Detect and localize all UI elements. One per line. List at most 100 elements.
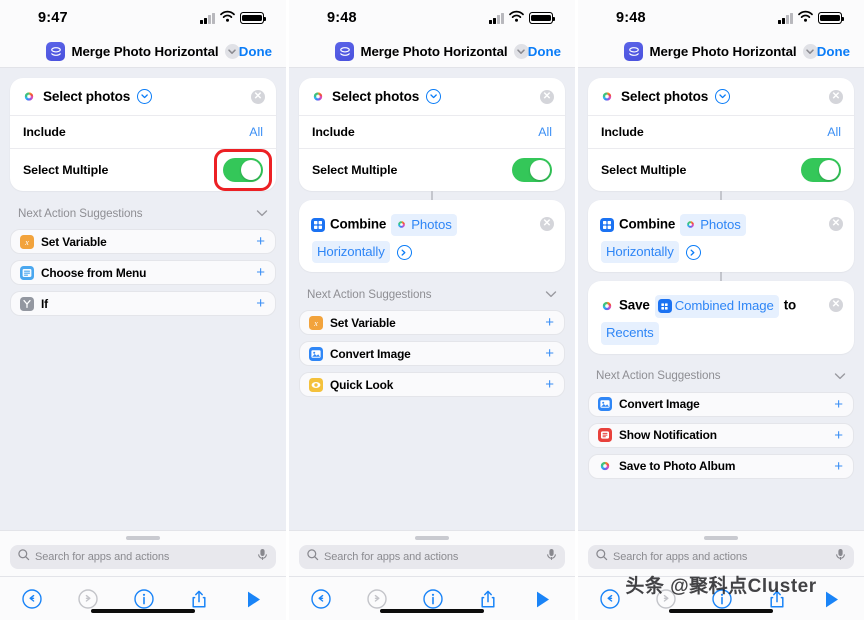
shortcut-title-group[interactable]: Merge Photo Horizontal xyxy=(624,42,818,61)
param-row-include[interactable]: Include All xyxy=(588,116,854,149)
done-button[interactable]: Done xyxy=(528,44,561,59)
plus-icon[interactable]: + xyxy=(545,346,554,361)
action-statement-card[interactable]: Combine Photos Horizontally ✕ xyxy=(588,200,854,273)
action-card-header[interactable]: Select photos ✕ xyxy=(588,78,854,116)
chevron-down-circle-icon[interactable] xyxy=(715,89,731,104)
param-row-select-multiple[interactable]: Select Multiple xyxy=(299,149,565,191)
plus-icon[interactable]: + xyxy=(256,234,265,249)
suggestion-item[interactable]: Convert Image + xyxy=(299,341,565,367)
plus-icon[interactable]: + xyxy=(834,428,843,443)
plus-icon[interactable]: + xyxy=(545,377,554,392)
select-multiple-toggle[interactable] xyxy=(801,158,841,182)
microphone-icon[interactable] xyxy=(546,548,557,566)
param-value[interactable]: All xyxy=(538,125,552,139)
suggestion-item[interactable]: Show Notification + xyxy=(588,422,854,448)
suggestions-header[interactable]: Next Action Suggestions xyxy=(10,191,276,229)
plus-icon[interactable]: + xyxy=(256,296,265,311)
chevron-down-icon[interactable] xyxy=(802,44,818,59)
plus-icon[interactable]: + xyxy=(256,265,265,280)
chevron-right-circle-icon[interactable] xyxy=(685,244,701,260)
select-multiple-toggle-wrapper[interactable] xyxy=(512,158,552,182)
chevron-down-icon[interactable] xyxy=(256,204,268,222)
combine-images-icon xyxy=(311,218,325,232)
suggestions-header[interactable]: Next Action Suggestions xyxy=(588,354,854,392)
param-row-select-multiple[interactable]: Select Multiple xyxy=(10,149,276,191)
shortcut-title-group[interactable]: Merge Photo Horizontal xyxy=(335,42,529,61)
param-row-select-multiple[interactable]: Select Multiple xyxy=(588,149,854,191)
select-photos-action-card[interactable]: Select photos ✕ Include All Select Multiple xyxy=(588,78,854,191)
select-photos-action-card[interactable]: Select photos ✕ Include All Select Multiple xyxy=(10,78,276,191)
sheet-grabber[interactable] xyxy=(704,536,738,540)
statement-token[interactable]: Photos xyxy=(680,213,746,237)
microphone-icon[interactable] xyxy=(257,548,268,566)
suggestion-label: Quick Look xyxy=(330,377,394,392)
select-photos-action-card[interactable]: Select photos ✕ Include All Select Multiple xyxy=(299,78,565,191)
statement-token[interactable]: Combined Image xyxy=(654,295,779,318)
close-circle-icon[interactable]: ✕ xyxy=(829,89,843,104)
page-title: Merge Photo Horizontal xyxy=(649,44,797,59)
suggestion-item[interactable]: x Set Variable + xyxy=(299,310,565,336)
action-card-header[interactable]: Select photos ✕ xyxy=(10,78,276,116)
close-circle-icon[interactable]: ✕ xyxy=(540,89,554,104)
sheet-grabber[interactable] xyxy=(415,536,449,540)
undo-icon[interactable] xyxy=(600,589,620,614)
chevron-down-circle-icon[interactable] xyxy=(426,89,442,104)
undo-icon[interactable] xyxy=(22,589,42,614)
param-label: Include xyxy=(601,125,644,139)
close-circle-icon[interactable]: ✕ xyxy=(829,298,843,313)
microphone-icon[interactable] xyxy=(835,548,846,566)
shortcut-title-group[interactable]: Merge Photo Horizontal xyxy=(46,42,240,61)
chevron-down-icon[interactable] xyxy=(834,367,846,385)
search-bar[interactable]: Search for apps and actions xyxy=(588,545,854,569)
chevron-down-icon[interactable] xyxy=(224,44,240,59)
param-value[interactable]: All xyxy=(827,125,841,139)
page-title: Merge Photo Horizontal xyxy=(360,44,508,59)
suggestion-item[interactable]: Choose from Menu + xyxy=(10,260,276,285)
suggestion-item[interactable]: x Set Variable + xyxy=(10,229,276,254)
statement-token[interactable]: Horizontally xyxy=(601,240,679,264)
param-row-include[interactable]: Include All xyxy=(10,116,276,149)
close-circle-icon[interactable]: ✕ xyxy=(829,217,843,231)
select-multiple-toggle-wrapper[interactable] xyxy=(214,149,272,191)
select-multiple-toggle[interactable] xyxy=(223,158,263,182)
action-title: Select photos xyxy=(43,89,131,104)
play-icon[interactable] xyxy=(245,590,264,614)
close-circle-icon[interactable]: ✕ xyxy=(251,89,265,104)
param-label: Include xyxy=(312,125,355,139)
chevron-right-circle-icon[interactable] xyxy=(396,244,412,260)
suggestions-header[interactable]: Next Action Suggestions xyxy=(299,272,565,310)
action-statement-card[interactable]: Combine Photos Horizontally ✕ xyxy=(299,200,565,273)
param-value[interactable]: All xyxy=(249,125,263,139)
chevron-down-icon[interactable] xyxy=(545,285,557,303)
search-input[interactable]: Search for apps and actions xyxy=(324,551,541,563)
action-statement-card[interactable]: Save Combined Image to Recents ✕ xyxy=(588,281,854,354)
suggestion-item[interactable]: If + xyxy=(10,291,276,316)
plus-icon[interactable]: + xyxy=(834,397,843,412)
search-bar[interactable]: Search for apps and actions xyxy=(10,545,276,569)
play-icon[interactable] xyxy=(823,590,842,614)
chevron-down-circle-icon[interactable] xyxy=(137,89,153,104)
undo-icon[interactable] xyxy=(311,589,331,614)
close-circle-icon[interactable]: ✕ xyxy=(540,217,554,231)
param-row-include[interactable]: Include All xyxy=(299,116,565,149)
bottom-bar: Search for apps and actions xyxy=(0,530,286,620)
suggestion-item[interactable]: Save to Photo Album + xyxy=(588,453,854,479)
chevron-down-icon[interactable] xyxy=(513,44,529,59)
done-button[interactable]: Done xyxy=(239,44,272,59)
play-icon[interactable] xyxy=(534,590,553,614)
plus-icon[interactable]: + xyxy=(545,315,554,330)
search-input[interactable]: Search for apps and actions xyxy=(613,551,830,563)
sheet-grabber[interactable] xyxy=(126,536,160,540)
statement-token[interactable]: Photos xyxy=(391,213,457,237)
suggestion-item[interactable]: Quick Look + xyxy=(299,372,565,398)
done-button[interactable]: Done xyxy=(817,44,850,59)
select-multiple-toggle-wrapper[interactable] xyxy=(801,158,841,182)
suggestion-item[interactable]: Convert Image + xyxy=(588,391,854,417)
action-card-header[interactable]: Select photos ✕ xyxy=(299,78,565,116)
plus-icon[interactable]: + xyxy=(834,459,843,474)
search-input[interactable]: Search for apps and actions xyxy=(35,551,252,563)
search-bar[interactable]: Search for apps and actions xyxy=(299,545,565,569)
statement-token[interactable]: Recents xyxy=(601,322,659,345)
statement-token[interactable]: Horizontally xyxy=(312,240,390,264)
select-multiple-toggle[interactable] xyxy=(512,158,552,182)
